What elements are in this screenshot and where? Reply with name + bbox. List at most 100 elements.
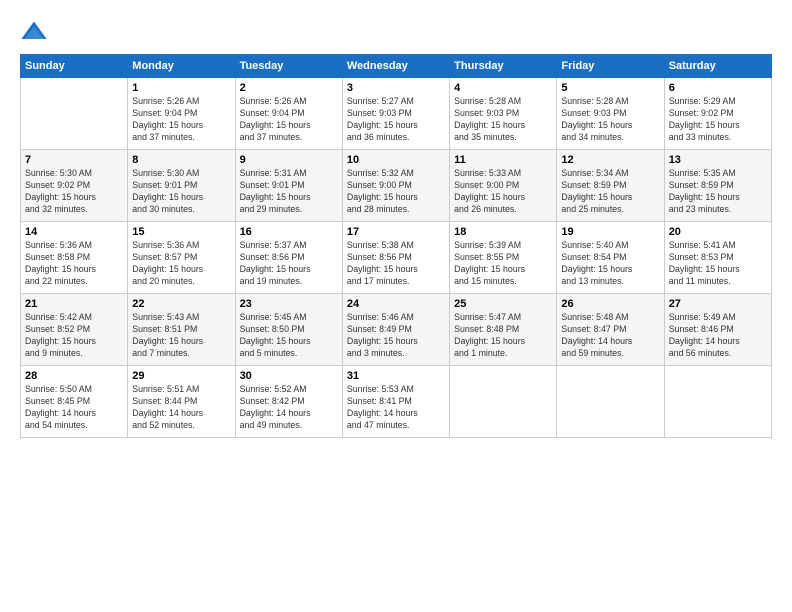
cell-week5-day2: 30Sunrise: 5:52 AMSunset: 8:42 PMDayligh… [235, 366, 342, 438]
cell-week1-day3: 3Sunrise: 5:27 AMSunset: 9:03 PMDaylight… [342, 78, 449, 150]
day-number: 9 [240, 154, 338, 166]
day-number: 19 [561, 226, 659, 238]
day-info: Sunrise: 5:26 AMSunset: 9:04 PMDaylight:… [240, 96, 338, 144]
header-thursday: Thursday [450, 55, 557, 78]
week-row-3: 14 Sunrise: 5:36 AMSunset: 8:58 PMDayligh… [21, 222, 772, 294]
day-info: Sunrise: 5:41 AMSunset: 8:53 PMDaylight:… [669, 240, 767, 288]
cell-week3-day2: 16 Sunrise: 5:37 AMSunset: 8:56 PMDayligh… [235, 222, 342, 294]
day-number: 6 [669, 82, 767, 94]
day-number: 27 [669, 298, 767, 310]
cell-week5-day4 [450, 366, 557, 438]
day-info: Sunrise: 5:31 AMSunset: 9:01 PMDaylight:… [240, 168, 338, 216]
cell-week5-day3: 31 Sunrise: 5:53 AMSunset: 8:41 PMDayligh… [342, 366, 449, 438]
day-number: 31 [347, 370, 445, 382]
day-number: 23 [240, 298, 338, 310]
day-number: 26 [561, 298, 659, 310]
cell-week4-day0: 21Sunrise: 5:42 AMSunset: 8:52 PMDayligh… [21, 294, 128, 366]
cell-week2-day4: 11 Sunrise: 5:33 AMSunset: 9:00 PMDayligh… [450, 150, 557, 222]
day-info: Sunrise: 5:26 AMSunset: 9:04 PMDaylight:… [132, 96, 230, 144]
cell-week3-day1: 15Sunrise: 5:36 AMSunset: 8:57 PMDayligh… [128, 222, 235, 294]
day-info: Sunrise: 5:30 AMSunset: 9:02 PMDaylight:… [25, 168, 123, 216]
header-saturday: Saturday [664, 55, 771, 78]
header-friday: Friday [557, 55, 664, 78]
header-wednesday: Wednesday [342, 55, 449, 78]
calendar-header: SundayMondayTuesdayWednesdayThursdayFrid… [21, 55, 772, 78]
cell-week5-day1: 29Sunrise: 5:51 AMSunset: 8:44 PMDayligh… [128, 366, 235, 438]
day-number: 17 [347, 226, 445, 238]
cell-week5-day0: 28 Sunrise: 5:50 AMSunset: 8:45 PMDayligh… [21, 366, 128, 438]
cell-week2-day6: 13Sunrise: 5:35 AMSunset: 8:59 PMDayligh… [664, 150, 771, 222]
day-info: Sunrise: 5:28 AMSunset: 9:03 PMDaylight:… [561, 96, 659, 144]
week-row-1: 1 Sunrise: 5:26 AMSunset: 9:04 PMDaylight… [21, 78, 772, 150]
day-info: Sunrise: 5:34 AMSunset: 8:59 PMDaylight:… [561, 168, 659, 216]
cell-week4-day1: 22 Sunrise: 5:43 AMSunset: 8:51 PMDayligh… [128, 294, 235, 366]
page: SundayMondayTuesdayWednesdayThursdayFrid… [0, 0, 792, 612]
day-info: Sunrise: 5:40 AMSunset: 8:54 PMDaylight:… [561, 240, 659, 288]
cell-week2-day5: 12 Sunrise: 5:34 AMSunset: 8:59 PMDayligh… [557, 150, 664, 222]
day-number: 12 [561, 154, 659, 166]
day-number: 5 [561, 82, 659, 94]
day-info: Sunrise: 5:32 AMSunset: 9:00 PMDaylight:… [347, 168, 445, 216]
day-number: 16 [240, 226, 338, 238]
cell-week1-day5: 5 Sunrise: 5:28 AMSunset: 9:03 PMDaylight… [557, 78, 664, 150]
day-number: 14 [25, 226, 123, 238]
cell-week4-day2: 23 Sunrise: 5:45 AMSunset: 8:50 PMDayligh… [235, 294, 342, 366]
day-info: Sunrise: 5:48 AMSunset: 8:47 PMDaylight:… [561, 312, 659, 360]
day-number: 25 [454, 298, 552, 310]
week-row-2: 7Sunrise: 5:30 AMSunset: 9:02 PMDaylight… [21, 150, 772, 222]
cell-week2-day1: 8Sunrise: 5:30 AMSunset: 9:01 PMDaylight… [128, 150, 235, 222]
day-info: Sunrise: 5:36 AMSunset: 8:57 PMDaylight:… [132, 240, 230, 288]
week-row-5: 28 Sunrise: 5:50 AMSunset: 8:45 PMDayligh… [21, 366, 772, 438]
cell-week1-day1: 1 Sunrise: 5:26 AMSunset: 9:04 PMDaylight… [128, 78, 235, 150]
day-number: 24 [347, 298, 445, 310]
day-number: 13 [669, 154, 767, 166]
day-number: 11 [454, 154, 552, 166]
cell-week3-day6: 20 Sunrise: 5:41 AMSunset: 8:53 PMDayligh… [664, 222, 771, 294]
header-row: SundayMondayTuesdayWednesdayThursdayFrid… [21, 55, 772, 78]
day-number: 1 [132, 82, 230, 94]
calendar-body: 1 Sunrise: 5:26 AMSunset: 9:04 PMDaylight… [21, 78, 772, 438]
cell-week4-day3: 24 Sunrise: 5:46 AMSunset: 8:49 PMDayligh… [342, 294, 449, 366]
day-number: 4 [454, 82, 552, 94]
day-info: Sunrise: 5:43 AMSunset: 8:51 PMDaylight:… [132, 312, 230, 360]
day-number: 2 [240, 82, 338, 94]
day-info: Sunrise: 5:46 AMSunset: 8:49 PMDaylight:… [347, 312, 445, 360]
day-info: Sunrise: 5:51 AMSunset: 8:44 PMDaylight:… [132, 384, 230, 432]
cell-week2-day3: 10 Sunrise: 5:32 AMSunset: 9:00 PMDayligh… [342, 150, 449, 222]
cell-week1-day6: 6 Sunrise: 5:29 AMSunset: 9:02 PMDaylight… [664, 78, 771, 150]
calendar-table: SundayMondayTuesdayWednesdayThursdayFrid… [20, 54, 772, 438]
cell-week1-day4: 4Sunrise: 5:28 AMSunset: 9:03 PMDaylight… [450, 78, 557, 150]
day-info: Sunrise: 5:47 AMSunset: 8:48 PMDaylight:… [454, 312, 552, 360]
cell-week1-day2: 2 Sunrise: 5:26 AMSunset: 9:04 PMDaylight… [235, 78, 342, 150]
cell-week3-day0: 14 Sunrise: 5:36 AMSunset: 8:58 PMDayligh… [21, 222, 128, 294]
cell-week5-day5 [557, 366, 664, 438]
day-info: Sunrise: 5:39 AMSunset: 8:55 PMDaylight:… [454, 240, 552, 288]
cell-week4-day5: 26 Sunrise: 5:48 AMSunset: 8:47 PMDayligh… [557, 294, 664, 366]
day-info: Sunrise: 5:27 AMSunset: 9:03 PMDaylight:… [347, 96, 445, 144]
cell-week3-day3: 17 Sunrise: 5:38 AMSunset: 8:56 PMDayligh… [342, 222, 449, 294]
day-info: Sunrise: 5:33 AMSunset: 9:00 PMDaylight:… [454, 168, 552, 216]
day-number: 20 [669, 226, 767, 238]
cell-week5-day6 [664, 366, 771, 438]
cell-week1-day0 [21, 78, 128, 150]
cell-week4-day6: 27Sunrise: 5:49 AMSunset: 8:46 PMDayligh… [664, 294, 771, 366]
day-number: 10 [347, 154, 445, 166]
day-number: 8 [132, 154, 230, 166]
header [20, 18, 772, 46]
day-number: 28 [25, 370, 123, 382]
day-info: Sunrise: 5:36 AMSunset: 8:58 PMDaylight:… [25, 240, 123, 288]
logo [20, 18, 52, 46]
cell-week2-day0: 7Sunrise: 5:30 AMSunset: 9:02 PMDaylight… [21, 150, 128, 222]
cell-week4-day4: 25 Sunrise: 5:47 AMSunset: 8:48 PMDayligh… [450, 294, 557, 366]
day-info: Sunrise: 5:29 AMSunset: 9:02 PMDaylight:… [669, 96, 767, 144]
day-info: Sunrise: 5:45 AMSunset: 8:50 PMDaylight:… [240, 312, 338, 360]
day-info: Sunrise: 5:53 AMSunset: 8:41 PMDaylight:… [347, 384, 445, 432]
cell-week3-day5: 19 Sunrise: 5:40 AMSunset: 8:54 PMDayligh… [557, 222, 664, 294]
day-info: Sunrise: 5:50 AMSunset: 8:45 PMDaylight:… [25, 384, 123, 432]
day-info: Sunrise: 5:52 AMSunset: 8:42 PMDaylight:… [240, 384, 338, 432]
day-info: Sunrise: 5:42 AMSunset: 8:52 PMDaylight:… [25, 312, 123, 360]
day-number: 22 [132, 298, 230, 310]
header-sunday: Sunday [21, 55, 128, 78]
day-info: Sunrise: 5:38 AMSunset: 8:56 PMDaylight:… [347, 240, 445, 288]
day-info: Sunrise: 5:37 AMSunset: 8:56 PMDaylight:… [240, 240, 338, 288]
